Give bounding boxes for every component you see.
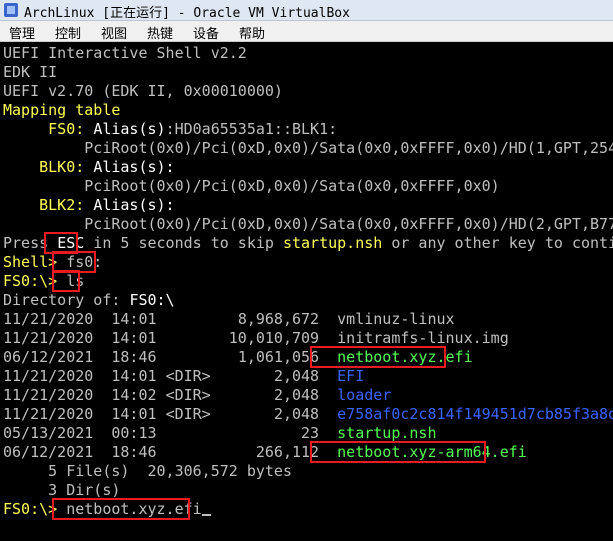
menu-item-help[interactable]: 帮助 [239,23,265,42]
entry-date: 11/21/2020 [3,310,94,328]
mapping-blk2-line: BLK2: Alias(s): [3,196,175,215]
shell-uefi-version-line: UEFI v2.70 (EDK II, 0x00010000) [3,82,283,100]
entry-dir-flag: <DIR> [165,367,211,385]
entry-date: 11/21/2020 [3,386,94,404]
directory-entry-row: 11/21/2020 14:01 <DIR> 2,048 e758af0c2c8… [3,405,613,424]
shell-edk-line: EDK II [3,63,58,81]
vm-console-screen[interactable]: UEFI Interactive Shell v2.2 EDK II UEFI … [0,42,613,541]
menu-item-hotkeys[interactable]: 热键 [147,23,173,42]
highlight-box-netboot-command [52,498,190,520]
startup-script-name: startup.nsh [282,234,383,252]
directory-path: FS0:\ [129,291,175,309]
entry-time: 14:01 [111,310,157,328]
highlight-box-netboot-arm64-efi [310,441,486,463]
mapping-blk2-path: PciRoot(0x0)/Pci(0xD,0x0)/Sata(0x0,0xFFF… [84,215,613,233]
blk2-alias-label: Alias(s): [93,196,175,214]
mapping-fs0-path: PciRoot(0x0)/Pci(0xD,0x0)/Sata(0x0,0xFFF… [84,139,613,157]
text-cursor [201,514,211,516]
entry-time: 00:13 [111,424,157,442]
entry-name: loader [337,386,392,404]
entry-size: 1,061,056 [237,348,320,366]
menu-item-view[interactable]: 视图 [101,23,127,42]
entry-time: 18:46 [111,348,157,366]
entry-dir-flag: <DIR> [165,405,211,423]
menu-item-devices[interactable]: 设备 [193,23,219,42]
entry-time: 14:01 [111,405,157,423]
virtualbox-app-icon [4,3,18,17]
entry-size: 2,048 [273,386,320,404]
entry-name: startup.nsh [337,424,437,442]
entry-size: 2,048 [273,367,320,385]
menu-bar: 管理 控制 视图 热键 设备 帮助 [0,21,613,42]
entry-time: 14:01 [111,367,157,385]
entry-date: 06/12/2021 [3,348,94,366]
highlight-box-ls-command [52,270,80,292]
entry-name: EFI [337,367,365,385]
entry-size: 10,010,709 [228,329,320,347]
entry-name: e758af0c2c814f149451d7cb85f3a8db [337,405,613,423]
mapping-blk0-path: PciRoot(0x0)/Pci(0xD,0x0)/Sata(0x0,0xFFF… [84,177,500,195]
shell-header-line: UEFI Interactive Shell v2.2 [3,44,247,62]
blk2-device-name: BLK2: [39,196,85,214]
entry-time: 14:01 [111,329,157,347]
menu-item-manage[interactable]: 管理 [9,23,35,42]
fs0-alias-label: Alias(s) [93,120,166,138]
blk0-alias-label: Alias(s): [93,158,175,176]
window-title: ArchLinux [正在运行] - Oracle VM VirtualBox [24,6,350,21]
file-count-summary: 5 File(s) 20,306,572 bytes [3,462,292,480]
fs0-prompt: FS0:\> [3,272,58,290]
menu-item-control[interactable]: 控制 [55,23,81,42]
mapping-fs0-line: FS0: Alias(s):HD0a65535a1::BLK1: [3,120,337,139]
entry-date: 11/21/2020 [3,367,94,385]
directory-entry-row: 11/21/2020 14:01 <DIR> 2,048 EFI [3,367,364,386]
highlight-box-netboot-efi [310,346,446,368]
fs0-alias-value: :HD0a65535a1::BLK1: [165,120,338,138]
fs0-device-name: FS0: [48,120,85,138]
entry-time: 18:46 [111,443,157,461]
entry-size: 2,048 [273,405,320,423]
mapping-table-title: Mapping table [3,101,121,119]
fs0-prompt: FS0:\> [3,500,58,518]
entry-dir-flag: <DIR> [165,386,211,404]
entry-size: 8,968,672 [237,310,320,328]
window-titlebar[interactable]: ArchLinux [正在运行] - Oracle VM VirtualBox [0,0,613,21]
directory-entry-row: 11/21/2020 14:02 <DIR> 2,048 loader [3,386,391,405]
entry-date: 05/13/2021 [3,424,94,442]
entry-date: 06/12/2021 [3,443,94,461]
entry-time: 14:02 [111,386,157,404]
entry-size: 23 [301,424,320,442]
directory-entry-row: 11/21/2020 14:01 8,968,672 vmlinuz-linux [3,310,455,329]
directory-header: Directory of: FS0:\ [3,291,175,309]
entry-date: 11/21/2020 [3,329,94,347]
entry-date: 11/21/2020 [3,405,94,423]
entry-name: initramfs-linux.img [337,329,509,347]
entry-name: vmlinuz-linux [337,310,455,328]
mapping-blk0-line: BLK0: Alias(s): [3,158,175,177]
blk0-device-name: BLK0: [39,158,85,176]
shell-prompt: Shell> [3,253,58,271]
